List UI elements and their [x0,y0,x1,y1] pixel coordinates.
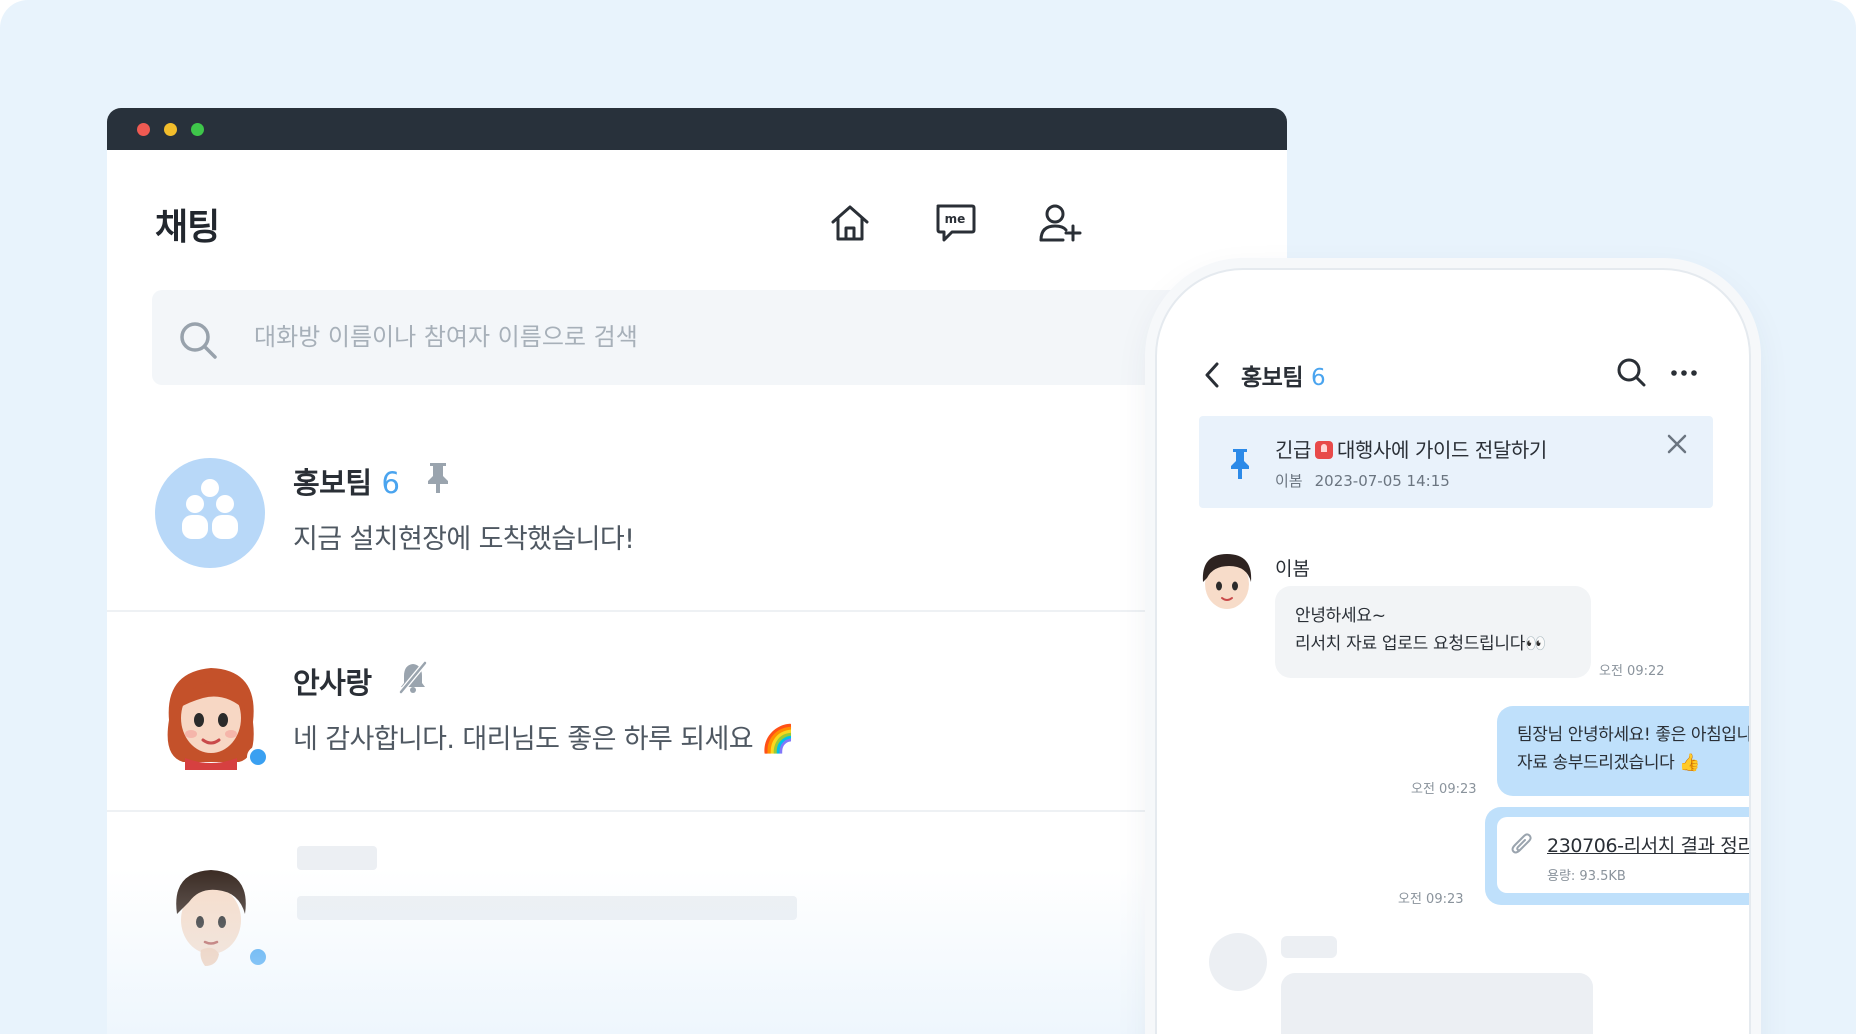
svg-text:me: me [945,212,966,226]
last-message: 지금 설치현장에 도착했습니다! [293,524,635,555]
pinned-notice[interactable]: 긴급 대행사에 가이드 전달하기 이봄 2023-07-05 14:15 [1199,416,1713,508]
message-time: 오전 09:23 [1398,892,1464,907]
file-name[interactable]: 230706-리서치 결과 정리.zip [1547,831,1749,858]
message-time: 오전 09:23 [1411,782,1477,797]
last-message-text: 네 감사합니다. 대리님도 좋은 하루 되세요 [293,724,754,755]
message-skeleton [1281,973,1593,1034]
group-people-icon [182,479,238,539]
home-button[interactable] [822,195,878,251]
notice-title-prefix: 긴급 [1275,438,1311,462]
notice-title: 긴급 대행사에 가이드 전달하기 [1275,434,1547,463]
chat-list-item[interactable]: 안사랑 네 감사합니다. 대리님도 좋은 하루 되세요 🌈 [107,612,1287,812]
close-icon[interactable] [1665,432,1689,456]
notice-datetime: 2023-07-05 14:15 [1314,472,1450,490]
chat-name: 홍보팀 6 [293,460,400,502]
file-attachment[interactable]: 230706-리서치 결과 정리.zip 용량: 93.5KB [1497,817,1749,893]
sender-name: 이봄 [1275,558,1310,580]
phone-mockup: 홍보팀 6 긴급 대행사에 가이드 전달하기 이봄 2023-07-05 14:15 [1155,268,1751,1034]
back-chevron-icon[interactable] [1201,360,1223,390]
message-skeleton [297,896,797,920]
outgoing-message-bubble[interactable]: 팀장님 안녕하세요! 좋은 아침입니다 ㅎㅎ 자료 송부드리겠습니다 👍 [1497,706,1749,796]
file-size: 용량: 93.5KB [1547,869,1626,884]
name-skeleton [1281,936,1337,958]
avatar [155,858,269,970]
siren-icon [1315,441,1333,459]
name-skeleton [297,846,377,870]
room-name: 홍보팀 [1241,365,1303,391]
file-message-bubble[interactable]: 230706-리서치 결과 정리.zip 용량: 93.5KB [1485,807,1749,905]
notice-title-text: 대행사에 가이드 전달하기 [1337,438,1547,462]
desktop-window: 채팅 me 대화방 이름이나 참여자 이름으로 검색 홍보팀 6 지금 설치현장… [107,108,1287,1034]
room-title: 홍보팀 6 [1241,358,1326,392]
avatar-skeleton [1209,933,1267,991]
chat-list-item[interactable] [107,812,1287,1012]
paperclip-icon [1511,833,1532,854]
home-icon [831,205,869,241]
message-line: 리서치 자료 업로드 요청드립니다👀 [1295,634,1546,654]
window-minimize-button[interactable] [164,123,177,136]
notice-meta: 이봄 2023-07-05 14:15 [1275,470,1450,491]
room-member-count: 6 [1310,365,1326,391]
avatar [155,458,267,570]
me-chat-icon: me [936,204,976,242]
window-titlebar [107,108,1287,150]
pin-icon [428,463,448,493]
search-bar [152,290,1287,385]
page-title: 채팅 [155,207,220,248]
chat-room-header: 홍보팀 6 [1157,350,1749,400]
window-maximize-button[interactable] [191,123,204,136]
message-line: 안녕하세요~ [1295,606,1386,626]
member-count: 6 [381,466,400,500]
message-line: 자료 송부드리겠습니다 👍 [1517,753,1701,773]
last-message: 네 감사합니다. 대리님도 좋은 하루 되세요 🌈 [293,717,795,756]
sender-avatar[interactable] [1199,548,1255,616]
search-icon [180,322,217,359]
add-user-button[interactable] [1032,195,1088,251]
notice-author: 이봄 [1275,472,1303,490]
phone-screen: 홍보팀 6 긴급 대행사에 가이드 전달하기 이봄 2023-07-05 14:15 [1157,270,1749,1034]
me-chat-button[interactable]: me [927,195,983,251]
mute-bell-icon [398,660,428,694]
chat-name-text: 홍보팀 [293,466,372,500]
rainbow-emoji: 🌈 [760,724,795,755]
search-input[interactable] [254,314,1154,360]
window-close-button[interactable] [137,123,150,136]
add-user-icon [1039,204,1082,242]
online-status-dot [247,946,269,968]
incoming-message-bubble[interactable]: 안녕하세요~ 리서치 자료 업로드 요청드립니다👀 [1275,586,1591,678]
group-avatar [155,458,265,568]
more-options-icon[interactable] [1669,358,1699,388]
search-icon[interactable] [1615,356,1647,388]
avatar [155,658,269,770]
pin-icon [1231,449,1249,479]
online-status-dot [247,746,269,768]
chat-name: 안사랑 [293,666,372,700]
chat-list-item[interactable]: 홍보팀 6 지금 설치현장에 도착했습니다! [107,412,1287,612]
message-line: 팀장님 안녕하세요! 좋은 아침입니다 ㅎㅎ [1517,725,1749,745]
message-time: 오전 09:22 [1599,664,1665,679]
